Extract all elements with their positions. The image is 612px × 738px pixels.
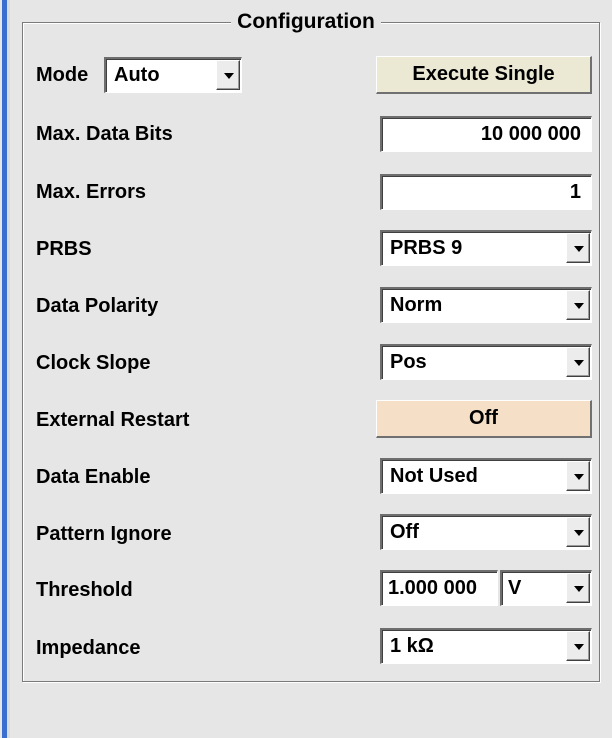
prbs-select[interactable]: PRBS 9 <box>380 230 592 266</box>
window-edge <box>7 0 10 738</box>
data-polarity-select[interactable]: Norm <box>380 287 592 323</box>
max-errors-label: Max. Errors <box>36 181 147 203</box>
pattern-ignore-value: Off <box>390 521 419 543</box>
threshold-label: Threshold <box>36 579 133 601</box>
prbs-label: PRBS <box>36 238 92 260</box>
max-data-bits-value: 10 000 000 <box>480 123 581 145</box>
max-errors-input[interactable]: 1 <box>380 174 592 210</box>
prbs-value: PRBS 9 <box>390 237 463 259</box>
max-errors-value: 1 <box>569 181 581 203</box>
impedance-select[interactable]: 1 kΩ <box>380 628 592 664</box>
chevron-down-icon[interactable] <box>566 290 590 320</box>
pattern-ignore-select[interactable]: Off <box>380 514 592 550</box>
max-data-bits-label: Max. Data Bits <box>36 123 173 145</box>
mode-value: Auto <box>114 64 160 86</box>
chevron-down-icon[interactable] <box>566 573 590 603</box>
mode-select[interactable]: Auto <box>104 57 242 93</box>
clock-slope-value: Pos <box>390 351 427 373</box>
max-data-bits-input[interactable]: 10 000 000 <box>380 116 592 152</box>
data-enable-label: Data Enable <box>36 466 151 488</box>
data-polarity-value: Norm <box>390 294 443 316</box>
chevron-down-icon[interactable] <box>216 60 240 90</box>
impedance-value: 1 kΩ <box>390 635 434 657</box>
mode-label: Mode <box>36 64 89 86</box>
pattern-ignore-label: Pattern Ignore <box>36 523 172 545</box>
threshold-unit-select[interactable]: V <box>500 570 592 606</box>
execute-single-button[interactable]: Execute Single <box>376 56 592 94</box>
chevron-down-icon[interactable] <box>566 631 590 661</box>
data-enable-select[interactable]: Not Used <box>380 458 592 494</box>
impedance-label: Impedance <box>36 637 141 659</box>
threshold-input[interactable]: 1.000 000 <box>380 570 498 606</box>
data-enable-value: Not Used <box>390 465 478 487</box>
configuration-window: Configuration Mode Auto Execute Single M… <box>0 0 612 738</box>
clock-slope-label: Clock Slope <box>36 352 151 374</box>
chevron-down-icon[interactable] <box>566 517 590 547</box>
threshold-value: 1.000 000 <box>388 577 477 599</box>
chevron-down-icon[interactable] <box>566 233 590 263</box>
chevron-down-icon[interactable] <box>566 347 590 377</box>
threshold-unit-value: V <box>508 577 522 599</box>
external-restart-toggle[interactable]: Off <box>376 400 592 438</box>
chevron-down-icon[interactable] <box>566 461 590 491</box>
external-restart-label: External Restart <box>36 409 190 431</box>
data-polarity-label: Data Polarity <box>36 295 159 317</box>
clock-slope-select[interactable]: Pos <box>380 344 592 380</box>
